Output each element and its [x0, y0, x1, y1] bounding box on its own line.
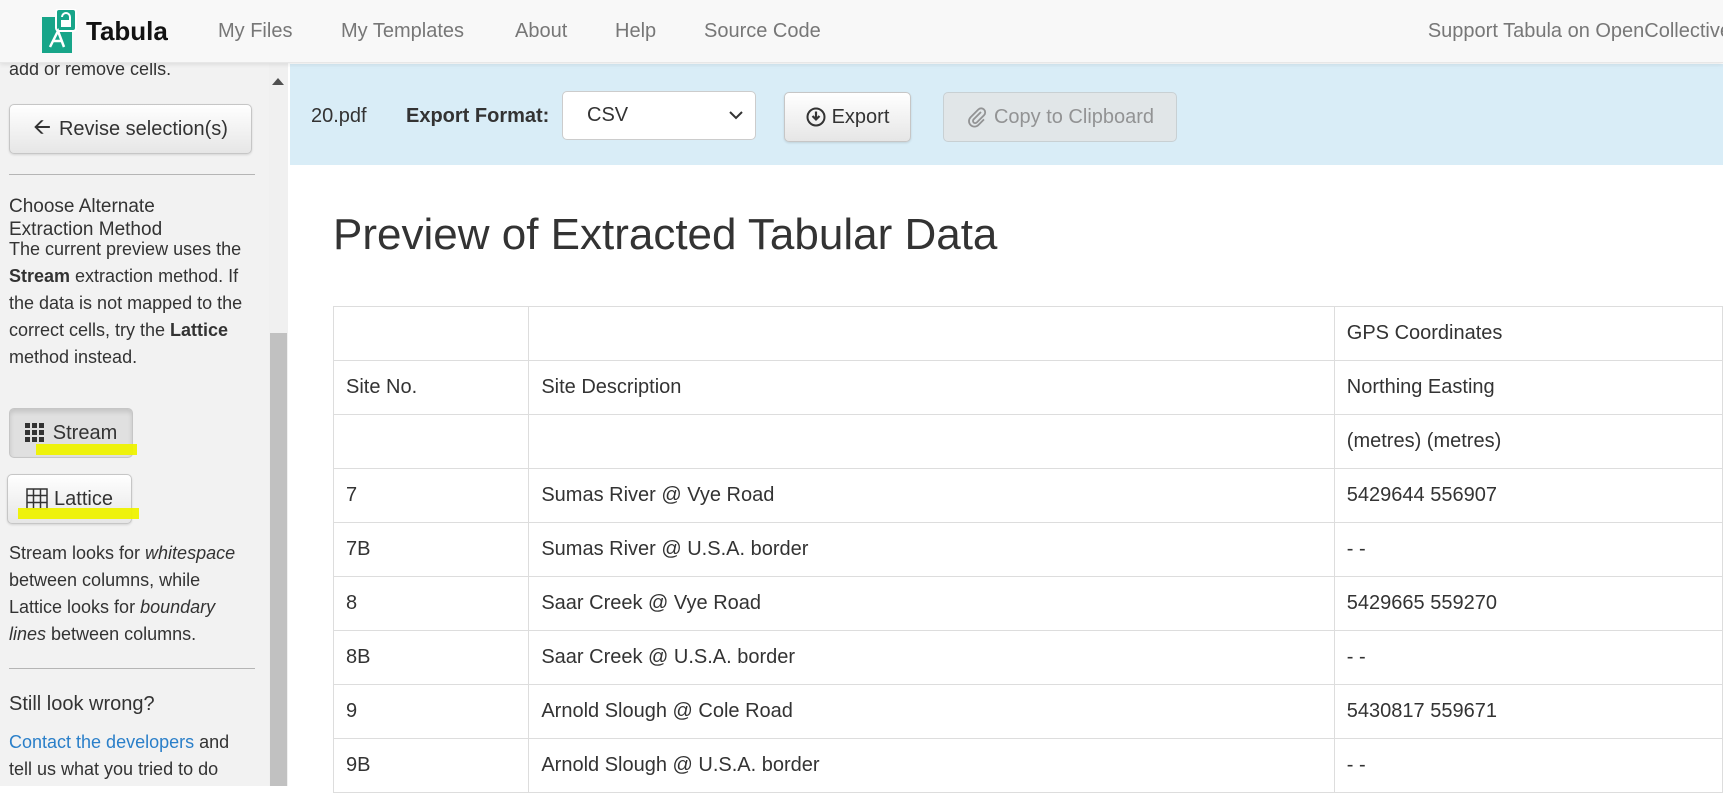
- table-row: 7B Sumas River @ U.S.A. border - -: [332, 522, 1723, 577]
- preview-table: GPS Coordinates Site No. Site Description N…: [332, 306, 1723, 793]
- table-cell: Arnold Slough @ U.S.A. border: [528, 738, 1335, 793]
- table-cell: Site No.: [332, 360, 530, 415]
- paperclip-icon: [968, 107, 987, 128]
- alt-method-description: The current preview uses the Stream extr…: [9, 239, 243, 367]
- table-row: 8B Saar Creek @ U.S.A. border - -: [332, 630, 1723, 685]
- table-cell: [528, 306, 1335, 361]
- table-row: (metres) (metres): [332, 414, 1723, 469]
- brand[interactable]: Tabula: [42, 8, 168, 54]
- file-name: 20.pdf: [311, 105, 367, 127]
- table-cell: [528, 414, 1335, 469]
- table-cell: Sumas River @ Vye Road: [528, 468, 1335, 523]
- scroll-up-arrow-icon[interactable]: [272, 78, 284, 85]
- alt-method-heading: Choose Alternate Extraction Method: [9, 196, 163, 240]
- brand-name: Tabula: [86, 15, 168, 46]
- nav-support-opencollective[interactable]: Support Tabula on OpenCollective: [1428, 20, 1723, 43]
- table-cell: 5429644 556907: [1333, 468, 1723, 523]
- export-label: Export: [831, 105, 890, 128]
- nav-help[interactable]: Help: [615, 20, 656, 43]
- table-row: 9B Arnold Slough @ U.S.A. border - -: [332, 738, 1723, 793]
- nav-source-code[interactable]: Source Code: [704, 20, 821, 43]
- download-circle-icon: [806, 107, 826, 127]
- stream-highlight-mark: [36, 444, 137, 455]
- table-cell: 8: [332, 576, 530, 631]
- chevron-down-icon: [729, 111, 743, 120]
- export-format-label: Export Format:: [406, 105, 550, 127]
- nav-my-files[interactable]: My Files: [218, 20, 292, 43]
- table-cell: - -: [1333, 738, 1723, 793]
- export-button[interactable]: Export: [784, 92, 911, 142]
- sidebar-divider: [9, 174, 255, 175]
- method-explanation: Stream looks for whitespace between colu…: [9, 543, 236, 644]
- table-cell: Site Description: [528, 360, 1335, 415]
- table-row: 9 Arnold Slough @ Cole Road 5430817 559671: [332, 684, 1723, 739]
- contact-developers-link[interactable]: Contact the developers: [9, 732, 194, 752]
- table-cell: 8B: [332, 630, 530, 685]
- top-navbar: Tabula My Files My Templates About Help …: [0, 0, 1723, 63]
- export-format-select[interactable]: CSV: [562, 91, 756, 140]
- table-cell: - -: [1333, 522, 1723, 577]
- table-cell: Saar Creek @ U.S.A. border: [528, 630, 1335, 685]
- table-cell: 9: [332, 684, 530, 739]
- table-cell: 9B: [332, 738, 530, 793]
- table-cell: 7B: [332, 522, 530, 577]
- table-cell: GPS Coordinates: [1333, 306, 1723, 361]
- revise-selections-label: Revise selection(s): [58, 117, 228, 140]
- nav-my-templates[interactable]: My Templates: [341, 20, 464, 43]
- table-grid-icon: [26, 488, 48, 510]
- lattice-highlight-mark: [18, 508, 139, 519]
- sidebar-scrollbar-thumb[interactable]: [270, 333, 287, 786]
- table-row: 7 Sumas River @ Vye Road 5429644 556907: [332, 468, 1723, 523]
- table-cell: 7: [332, 468, 530, 523]
- arrow-left-icon: 🡨: [33, 114, 51, 139]
- table-cell: Saar Creek @ Vye Road: [528, 576, 1335, 631]
- table-cell: [332, 414, 530, 469]
- sidebar-divider-2: [9, 668, 255, 669]
- stream-label: Stream: [52, 421, 118, 444]
- table-row: Site No. Site Description Northing Easting: [332, 360, 1723, 415]
- page-title: Preview of Extracted Tabular Data: [333, 210, 998, 259]
- table-cell: - -: [1333, 630, 1723, 685]
- sidebar-partial-text: add or remove cells.: [9, 62, 172, 79]
- copy-to-clipboard-button[interactable]: Copy to Clipboard: [943, 92, 1177, 142]
- table-cell: 5430817 559671: [1333, 684, 1723, 739]
- contact-text: Contact the developers and tell us what …: [9, 732, 230, 779]
- sidebar: add or remove cells. 🡨 Revise selection(…: [0, 62, 288, 786]
- copy-label: Copy to Clipboard: [993, 105, 1155, 128]
- table-cell: 5429665 559270: [1333, 576, 1723, 631]
- export-format-value: CSV: [587, 104, 629, 126]
- tabula-logo-icon: [42, 9, 77, 53]
- table-cell: Arnold Slough @ Cole Road: [528, 684, 1335, 739]
- table-row: GPS Coordinates: [332, 306, 1723, 361]
- table-cell: [332, 306, 530, 361]
- revise-selections-button[interactable]: 🡨 Revise selection(s): [9, 104, 252, 154]
- table-cell: (metres) (metres): [1333, 414, 1723, 469]
- table-cell: Northing Easting: [1333, 360, 1723, 415]
- table-cell: Sumas River @ U.S.A. border: [528, 522, 1335, 577]
- table-row: 8 Saar Creek @ Vye Road 5429665 559270: [332, 576, 1723, 631]
- grid-dots-icon: [24, 423, 44, 442]
- nav-about[interactable]: About: [515, 20, 567, 43]
- still-look-wrong-heading: Still look wrong?: [9, 693, 155, 715]
